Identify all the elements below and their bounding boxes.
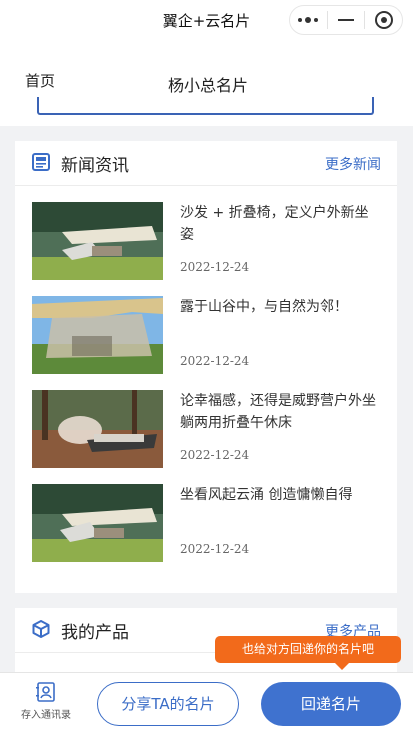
news-title: 坐看风起云涌 创造慵懒自得 xyxy=(180,487,353,503)
contact-card-icon xyxy=(36,682,55,702)
news-item[interactable]: 沙发 + 折叠椅，定义户外新坐姿 2022-12-24 xyxy=(32,202,382,280)
bottom-action-bar: 存入通讯录 分享TA的名片 回递名片 xyxy=(0,672,413,734)
news-thumbnail xyxy=(32,296,163,374)
title-bar: 翼企+云名片 xyxy=(0,0,413,40)
save-to-contacts-button[interactable]: 存入通讯录 xyxy=(14,681,78,721)
home-link[interactable]: 首页 xyxy=(25,70,55,91)
close-target-icon xyxy=(374,11,393,29)
news-date: 2022-12-24 xyxy=(180,448,250,462)
news-item[interactable]: 坐看风起云涌 创造慵懒自得 2022-12-24 xyxy=(32,484,382,562)
minimize-icon xyxy=(338,19,354,21)
news-item[interactable]: 露于山谷中，与自然为邻！ 2022-12-24 xyxy=(32,296,382,374)
reply-card-tooltip: 也给对方回递你的名片吧 xyxy=(215,636,401,670)
news-thumbnail xyxy=(32,390,163,468)
news-item[interactable]: 论幸福感，还得是威野营户外坐躺两用折叠午休床 2022-12-24 xyxy=(32,390,382,468)
share-card-button[interactable]: 分享TA的名片 xyxy=(97,682,239,726)
news-date: 2022-12-24 xyxy=(180,260,250,274)
page-title: 杨小总名片 xyxy=(168,76,249,95)
products-section-title: 我的产品 xyxy=(61,623,129,643)
news-title: 论幸福感，还得是威野营户外坐躺两用折叠午休床 xyxy=(180,393,376,431)
mini-program-capsule xyxy=(289,5,403,35)
news-section-title: 新闻资讯 xyxy=(61,156,129,176)
news-thumbnail xyxy=(32,484,163,562)
news-title: 沙发 + 折叠椅，定义户外新坐姿 xyxy=(180,205,369,243)
news-title: 露于山谷中，与自然为邻！ xyxy=(180,299,348,315)
more-button[interactable] xyxy=(290,6,327,34)
news-icon xyxy=(32,153,50,171)
more-dots-icon xyxy=(298,17,319,23)
news-date: 2022-12-24 xyxy=(180,542,250,556)
news-date: 2022-12-24 xyxy=(180,354,250,368)
cube-icon xyxy=(32,620,50,638)
reply-card-button[interactable]: 回递名片 xyxy=(261,682,401,726)
news-section-header: 新闻资讯 更多新闻 xyxy=(15,141,397,186)
header: 首页 杨小总名片 xyxy=(0,40,413,126)
minimize-button[interactable] xyxy=(328,6,365,34)
news-thumbnail xyxy=(32,202,163,280)
news-section: 新闻资讯 更多新闻 沙发 + 折叠椅，定义户外新坐姿 2022-12-24 露于… xyxy=(15,141,397,593)
close-button[interactable] xyxy=(365,6,402,34)
business-card-edge xyxy=(37,97,374,115)
more-news-link[interactable]: 更多新闻 xyxy=(325,154,381,174)
save-to-contacts-label: 存入通讯录 xyxy=(21,710,71,721)
